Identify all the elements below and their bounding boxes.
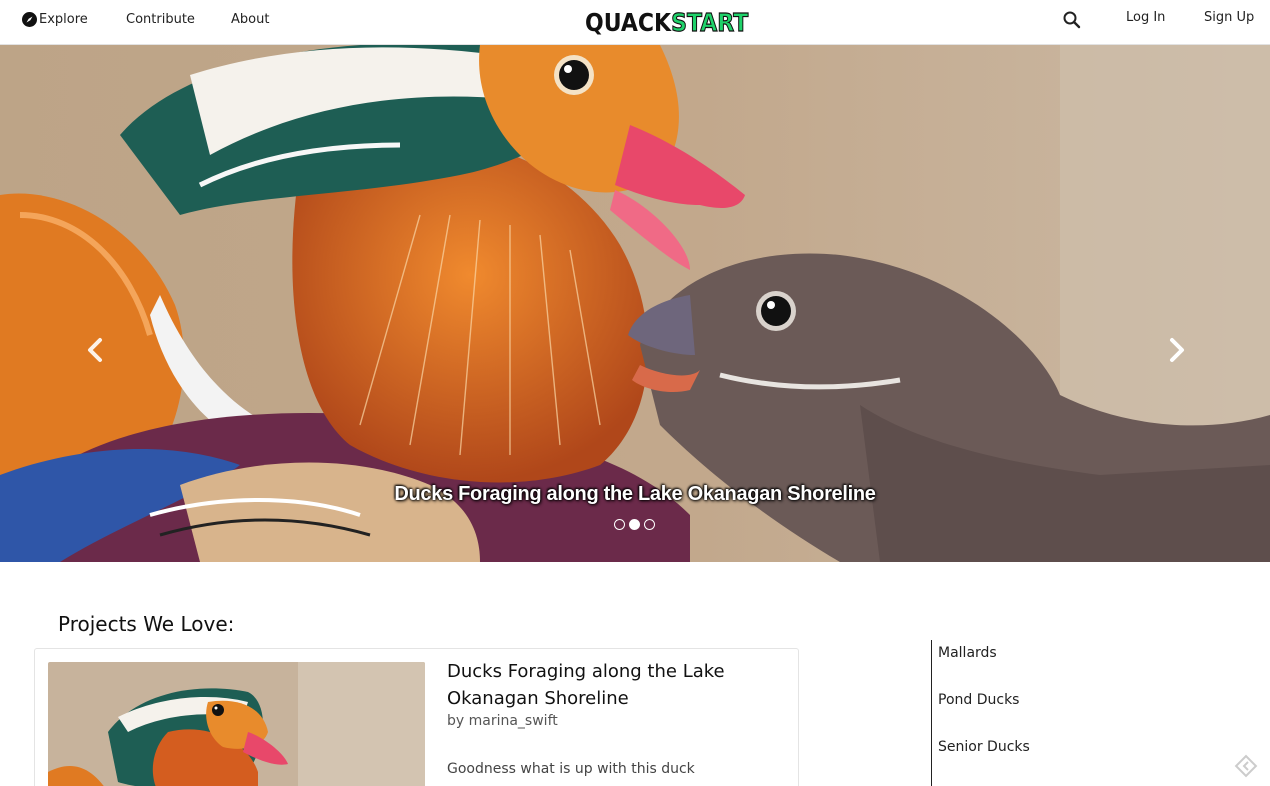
hero-carousel: Ducks Foraging along the Lake Okanagan S… xyxy=(0,45,1270,562)
category-item-pond-ducks[interactable]: Pond Ducks xyxy=(938,692,1019,708)
about-link[interactable]: About xyxy=(231,12,269,27)
signup-link[interactable]: Sign Up xyxy=(1204,10,1254,25)
carousel-caption: Ducks Foraging along the Lake Okanagan S… xyxy=(394,483,876,505)
carousel-indicators xyxy=(614,519,655,530)
carousel-dot-2[interactable] xyxy=(629,519,640,530)
explore-link[interactable]: Explore xyxy=(22,12,88,27)
category-item-mallards[interactable]: Mallards xyxy=(938,645,997,661)
top-navbar: Explore Contribute About QUACK START Log … xyxy=(0,0,1270,45)
login-link[interactable]: Log In xyxy=(1126,10,1165,25)
project-author[interactable]: by marina_swift xyxy=(447,713,558,729)
contribute-link[interactable]: Contribute xyxy=(126,12,195,27)
compass-icon xyxy=(22,12,37,27)
category-list: Mallards Pond Ducks Senior Ducks xyxy=(931,640,1131,786)
logo-text-start: START xyxy=(671,8,749,38)
project-thumbnail[interactable] xyxy=(48,662,425,786)
category-item-senior-ducks[interactable]: Senior Ducks xyxy=(938,739,1030,755)
project-description: Goodness what is up with this duck xyxy=(447,761,695,777)
logo-text-quack: QUACK xyxy=(585,8,672,38)
carousel-prev-button[interactable] xyxy=(83,335,107,365)
site-logo[interactable]: QUACK START xyxy=(585,6,749,41)
search-icon[interactable] xyxy=(1062,10,1082,30)
carousel-dot-1[interactable] xyxy=(614,519,625,530)
carousel-next-button[interactable] xyxy=(1165,335,1189,365)
explore-label: Explore xyxy=(39,12,88,27)
chevron-left-icon xyxy=(88,338,102,362)
diamond-arrow-icon[interactable] xyxy=(1234,754,1258,778)
chevron-right-icon xyxy=(1170,338,1184,362)
projects-heading: Projects We Love: xyxy=(58,612,235,636)
project-title[interactable]: Ducks Foraging along the Lake Okanagan S… xyxy=(447,658,777,712)
carousel-dot-3[interactable] xyxy=(644,519,655,530)
project-card[interactable]: Ducks Foraging along the Lake Okanagan S… xyxy=(34,648,799,786)
